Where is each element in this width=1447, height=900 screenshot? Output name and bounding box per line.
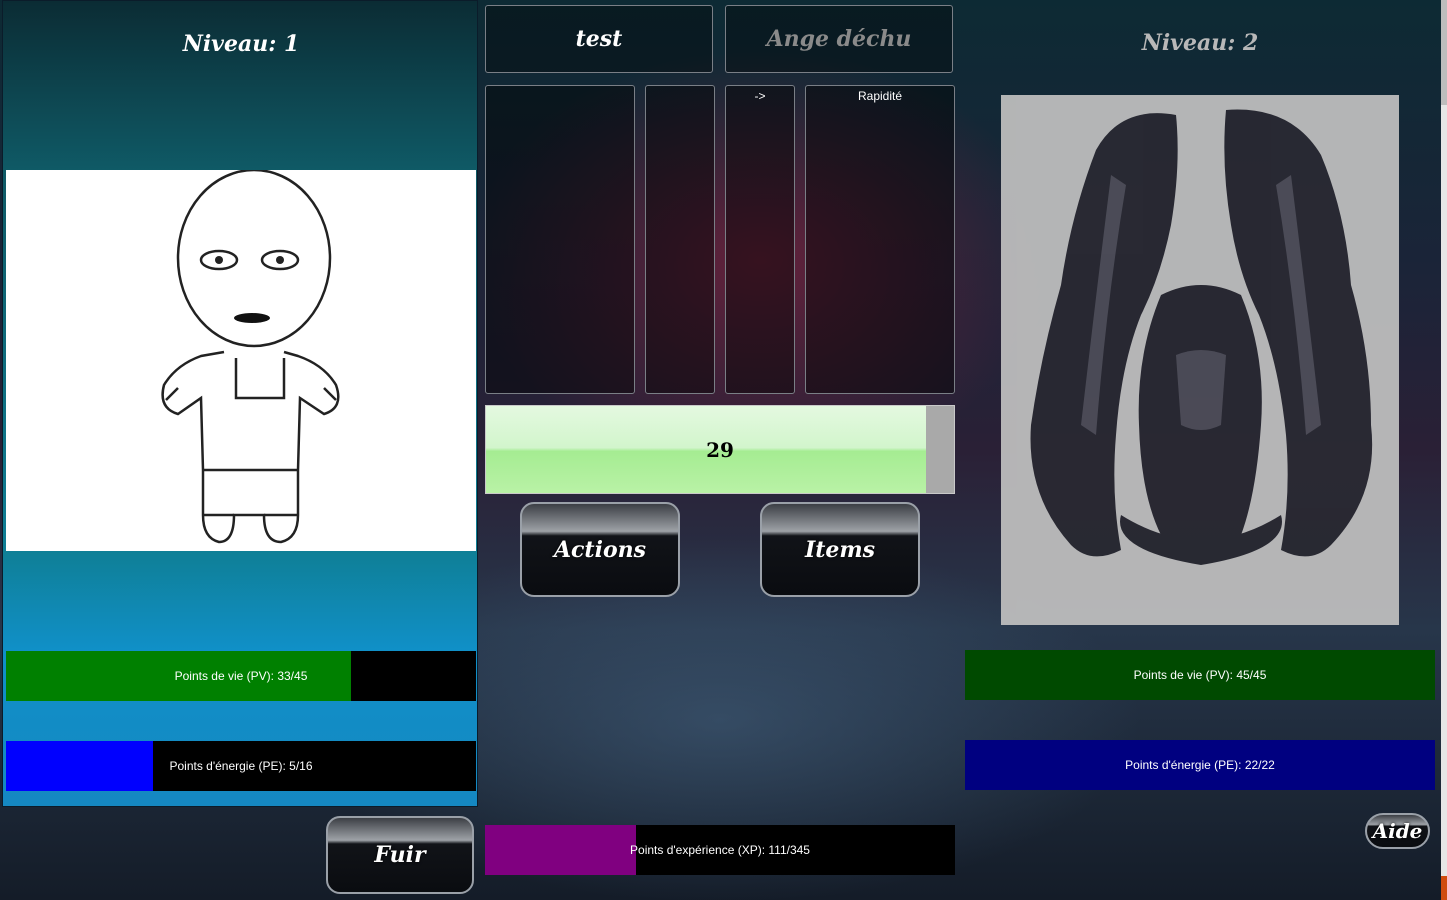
player-panel: Niveau: 1 Points de vie (PV): 33/45 Poin…	[2, 0, 478, 807]
player-level: Niveau: 1	[182, 31, 300, 57]
items-button[interactable]: Items	[760, 502, 920, 597]
enemy-hp-bar: Points de vie (PV): 45/45	[965, 650, 1435, 700]
actions-button[interactable]: Actions	[520, 502, 680, 597]
turn-gauge: 29	[485, 405, 955, 494]
xp-label: Points d'expérience (XP): 111/345	[630, 843, 810, 857]
turn-order-column-2	[645, 85, 715, 394]
player-pe-label: Points d'énergie (PE): 5/16	[169, 759, 313, 773]
turn-order-column-arrow: ->	[725, 85, 795, 394]
fallen-angel-icon	[1030, 109, 1373, 565]
player-name-box: test	[485, 5, 713, 73]
scrollbar[interactable]	[1441, 0, 1447, 900]
enemy-name-box: Ange déchu	[725, 5, 953, 73]
flee-button[interactable]: Fuir	[326, 816, 474, 894]
enemy-portrait	[1001, 95, 1399, 625]
scrollbar-thumb[interactable]	[1441, 0, 1447, 105]
turn-order-column-1	[485, 85, 635, 394]
player-portrait	[6, 168, 476, 551]
turn-order-column-speed: Rapidité	[805, 85, 955, 394]
enemy-pe-label: Points d'énergie (PE): 22/22	[1125, 758, 1275, 772]
help-button[interactable]: Aide	[1365, 813, 1430, 849]
player-pe-bar: Points d'énergie (PE): 5/16	[6, 741, 476, 791]
enemy-hp-label: Points de vie (PV): 45/45	[1133, 668, 1267, 682]
stick-figure-icon	[161, 168, 340, 544]
xp-bar: Points d'expérience (XP): 111/345	[485, 825, 955, 875]
turn-gauge-value: 29	[706, 437, 734, 462]
player-hp-bar: Points de vie (PV): 33/45	[6, 651, 476, 701]
player-hp-label: Points de vie (PV): 33/45	[174, 669, 308, 683]
enemy-level: Niveau: 2	[1141, 30, 1259, 56]
enemy-pe-bar: Points d'énergie (PE): 22/22	[965, 740, 1435, 790]
corner-badge	[1441, 876, 1447, 900]
